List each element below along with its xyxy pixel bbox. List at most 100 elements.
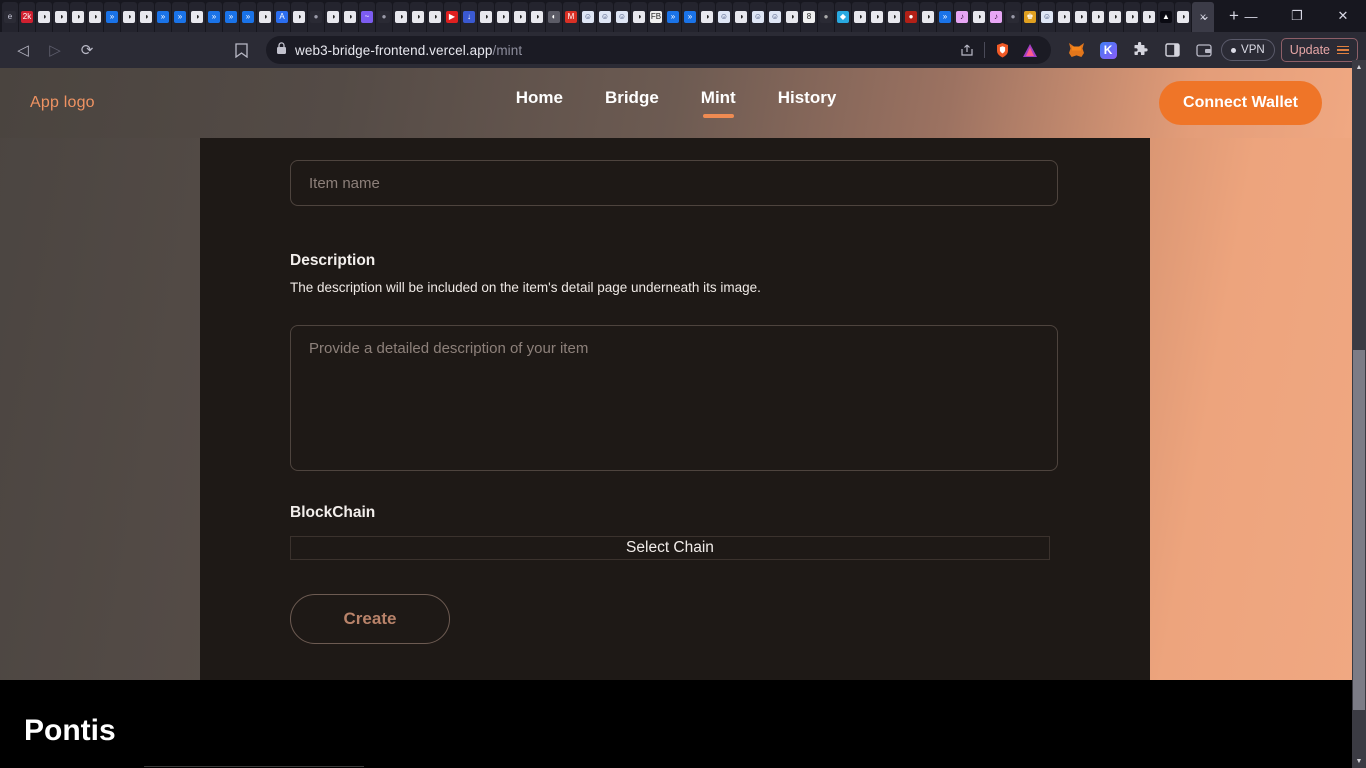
browser-tab[interactable]: ◑ (121, 2, 137, 32)
browser-tab[interactable]: ☺ (597, 2, 613, 32)
reload-icon[interactable]: ⟳ (72, 36, 102, 64)
browser-tab[interactable]: ◑ (1090, 2, 1106, 32)
browser-tab[interactable]: ◑ (70, 2, 86, 32)
browser-tab[interactable]: ▶ (444, 2, 460, 32)
browser-tab[interactable]: 2k (19, 2, 35, 32)
browser-tab[interactable]: ● (818, 2, 834, 32)
browser-tab[interactable]: ◑ (512, 2, 528, 32)
browser-tab[interactable]: ◑ (257, 2, 273, 32)
nav-item-bridge[interactable]: Bridge (605, 88, 659, 118)
update-button[interactable]: Update (1280, 38, 1358, 62)
browser-tab[interactable]: M (563, 2, 579, 32)
browser-tab[interactable]: FB (648, 2, 664, 32)
browser-tab[interactable]: ◑ (1056, 2, 1072, 32)
tab-search-icon[interactable]: ⌄ (1182, 0, 1228, 32)
browser-tab[interactable]: ◑ (478, 2, 494, 32)
browser-tab[interactable]: ◑ (427, 2, 443, 32)
page-scrollbar[interactable]: ▲ ▼ (1352, 60, 1366, 768)
browser-tab[interactable]: ◑ (87, 2, 103, 32)
browser-tab[interactable]: ◑ (325, 2, 341, 32)
create-button[interactable]: Create (290, 594, 450, 644)
browser-tab[interactable]: ◐ (546, 2, 562, 32)
browser-tab[interactable]: » (665, 2, 681, 32)
browser-tab[interactable]: » (172, 2, 188, 32)
brave-shield-icon[interactable] (991, 36, 1013, 64)
back-icon[interactable]: ◁ (8, 36, 38, 64)
browser-tab[interactable]: ▲ (1158, 2, 1174, 32)
share-icon[interactable] (956, 36, 978, 64)
extensions-puzzle-icon[interactable] (1125, 36, 1155, 64)
browser-tab[interactable]: » (240, 2, 256, 32)
browser-tab[interactable]: ◑ (138, 2, 154, 32)
browser-tab[interactable]: ◆ (835, 2, 851, 32)
browser-tab[interactable]: ◑ (971, 2, 987, 32)
sidebar-icon[interactable] (1157, 36, 1187, 64)
browser-tab[interactable]: ● (1005, 2, 1021, 32)
browser-tab[interactable]: ♚ (1022, 2, 1038, 32)
nav-item-home[interactable]: Home (516, 88, 563, 118)
browser-tab[interactable]: 8 (801, 2, 817, 32)
close-window-icon[interactable]: ✕ (1320, 0, 1366, 32)
nav-item-mint[interactable]: Mint (701, 88, 736, 118)
bookmark-icon[interactable] (226, 36, 256, 64)
description-textarea[interactable] (290, 325, 1058, 471)
vpn-button[interactable]: VPN (1221, 39, 1275, 61)
minimize-icon[interactable]: — (1228, 0, 1274, 32)
kagi-icon[interactable]: K (1093, 36, 1123, 64)
browser-tab[interactable]: ◑ (869, 2, 885, 32)
browser-tab[interactable]: ● (903, 2, 919, 32)
browser-tab[interactable]: ☺ (1039, 2, 1055, 32)
browser-tab[interactable]: ◑ (342, 2, 358, 32)
browser-tab[interactable]: ◑ (189, 2, 205, 32)
browser-tab[interactable]: ◑ (699, 2, 715, 32)
browser-tab[interactable]: ◑ (393, 2, 409, 32)
browser-tab[interactable]: ☺ (750, 2, 766, 32)
browser-tab[interactable]: ◑ (631, 2, 647, 32)
browser-tab[interactable]: ◑ (291, 2, 307, 32)
browser-tab[interactable]: » (104, 2, 120, 32)
address-bar[interactable]: web3-bridge-frontend.vercel.app/mint (266, 36, 1052, 64)
browser-tab[interactable]: ◑ (784, 2, 800, 32)
browser-tab[interactable]: ◑ (529, 2, 545, 32)
scroll-down-icon[interactable]: ▼ (1352, 754, 1366, 768)
browser-tab[interactable]: ◑ (1107, 2, 1123, 32)
browser-tab[interactable]: ~ (359, 2, 375, 32)
browser-tab[interactable]: ◑ (1073, 2, 1089, 32)
wallet-icon[interactable] (1189, 36, 1219, 64)
browser-tab[interactable]: ☺ (767, 2, 783, 32)
browser-tab[interactable]: ☺ (614, 2, 630, 32)
browser-tab[interactable]: ● (308, 2, 324, 32)
window-controls[interactable]: ⌄ — ❐ ✕ (1182, 0, 1366, 32)
browser-tab[interactable]: ♪ (988, 2, 1004, 32)
browser-tab[interactable]: » (682, 2, 698, 32)
browser-tab[interactable]: e (2, 2, 18, 32)
site-nav[interactable]: Home Bridge Mint History (0, 88, 1352, 118)
browser-tab[interactable]: ◑ (36, 2, 52, 32)
browser-tab[interactable]: » (206, 2, 222, 32)
browser-tab[interactable]: A (274, 2, 290, 32)
browser-tab[interactable]: ◑ (53, 2, 69, 32)
nav-item-history[interactable]: History (778, 88, 837, 118)
browser-tab[interactable]: ◑ (1124, 2, 1140, 32)
browser-tab[interactable]: ◑ (1141, 2, 1157, 32)
browser-tab[interactable]: » (937, 2, 953, 32)
browser-tab[interactable]: ☺ (580, 2, 596, 32)
browser-tab[interactable]: ◑ (886, 2, 902, 32)
browser-tab[interactable]: » (223, 2, 239, 32)
select-chain-dropdown[interactable]: Select Chain (290, 536, 1050, 560)
browser-tab[interactable]: ◑ (852, 2, 868, 32)
browser-tab[interactable]: ◑ (495, 2, 511, 32)
browser-tab[interactable]: ◑ (733, 2, 749, 32)
maximize-icon[interactable]: ❐ (1274, 0, 1320, 32)
scroll-up-icon[interactable]: ▲ (1352, 60, 1366, 74)
scrollbar-thumb[interactable] (1353, 350, 1365, 710)
browser-tab[interactable]: ● (376, 2, 392, 32)
browser-tab[interactable]: ◑ (920, 2, 936, 32)
browser-tab[interactable]: ◑ (410, 2, 426, 32)
menu-icon[interactable] (1337, 45, 1349, 55)
item-name-input[interactable] (290, 160, 1058, 206)
brave-rewards-icon[interactable] (1019, 36, 1041, 64)
browser-tab[interactable]: ☺ (716, 2, 732, 32)
browser-tab[interactable]: ♪ (954, 2, 970, 32)
forward-icon[interactable]: ▷ (40, 36, 70, 64)
